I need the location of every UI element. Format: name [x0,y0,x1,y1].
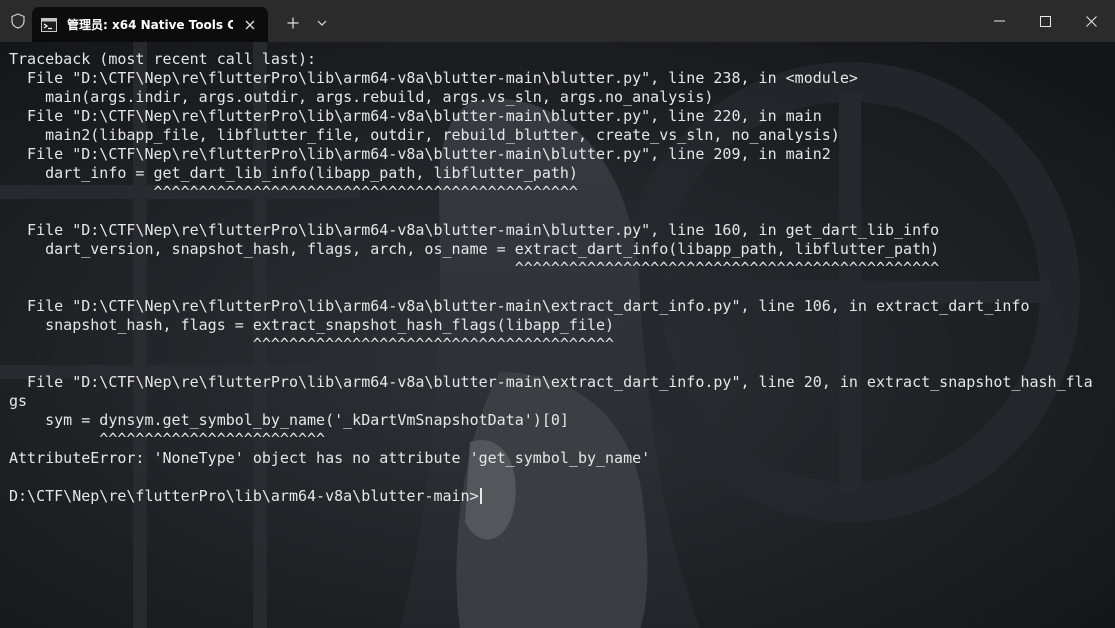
terminal-line: File "D:\CTF\Nep\re\flutterPro\lib\arm64… [9,297,1030,315]
terminal-line: File "D:\CTF\Nep\re\flutterPro\lib\arm64… [9,145,831,163]
plus-icon [287,17,299,29]
terminal-line: snapshot_hash, flags = extract_snapshot_… [9,316,615,334]
tab-title: 管理员: x64 Native Tools Command Prompt for… [67,18,233,32]
terminal-line: dart_version, snapshot_hash, flags, arch… [9,240,940,258]
terminal-output: Traceback (most recent call last): File … [9,50,1109,506]
terminal-line: gs [9,392,28,410]
terminal-line: dart_info = get_dart_lib_info(libapp_pat… [9,164,578,182]
cmd-icon [41,17,57,33]
terminal-line: main(args.indir, args.outdir, args.rebui… [9,88,714,106]
tab-terminal[interactable]: 管理员: x64 Native Tools Command Prompt for… [32,7,268,42]
terminal-window: 管理员: x64 Native Tools Command Prompt for… [0,0,1115,628]
new-tab-button[interactable] [282,11,304,35]
terminal-line: File "D:\CTF\Nep\re\flutterPro\lib\arm64… [9,107,822,125]
terminal-pane[interactable]: Traceback (most recent call last): File … [0,42,1115,628]
terminal-line: ^^^^^^^^^^^^^^^^^^^^^^^^^ [9,430,326,448]
terminal-line: Traceback (most recent call last): [9,50,317,68]
maximize-icon [1039,15,1051,27]
terminal-line: ^^^^^^^^^^^^^^^^^^^^^^^^^^^^^^^^^^^^^^^^ [9,335,615,353]
terminal-line: sym = dynsym.get_symbol_by_name('_kDartV… [9,411,569,429]
shield-icon [0,0,36,42]
terminal-prompt: D:\CTF\Nep\re\flutterPro\lib\arm64-v8a\b… [9,487,1109,506]
tab-dropdown-button[interactable] [312,11,332,35]
terminal-line: File "D:\CTF\Nep\re\flutterPro\lib\arm64… [9,221,940,239]
title-bar[interactable]: 管理员: x64 Native Tools Command Prompt for… [0,0,1115,42]
minimize-icon [993,20,1005,22]
maximize-button[interactable] [1022,0,1068,42]
close-icon [1085,15,1097,27]
terminal-line: File "D:\CTF\Nep\re\flutterPro\lib\arm64… [9,373,1093,391]
chevron-down-icon [317,20,327,26]
terminal-line: ^^^^^^^^^^^^^^^^^^^^^^^^^^^^^^^^^^^^^^^^… [9,259,940,277]
terminal-line: ^^^^^^^^^^^^^^^^^^^^^^^^^^^^^^^^^^^^^^^^… [9,183,578,201]
terminal-line: main2(libapp_file, libflutter_file, outd… [9,126,840,144]
terminal-line: File "D:\CTF\Nep\re\flutterPro\lib\arm64… [9,69,858,87]
close-tab-icon[interactable] [240,15,260,35]
minimize-button[interactable] [976,0,1022,42]
terminal-line: AttributeError: 'NoneType' object has no… [9,449,651,467]
text-cursor [479,488,482,504]
close-window-button[interactable] [1068,0,1114,42]
